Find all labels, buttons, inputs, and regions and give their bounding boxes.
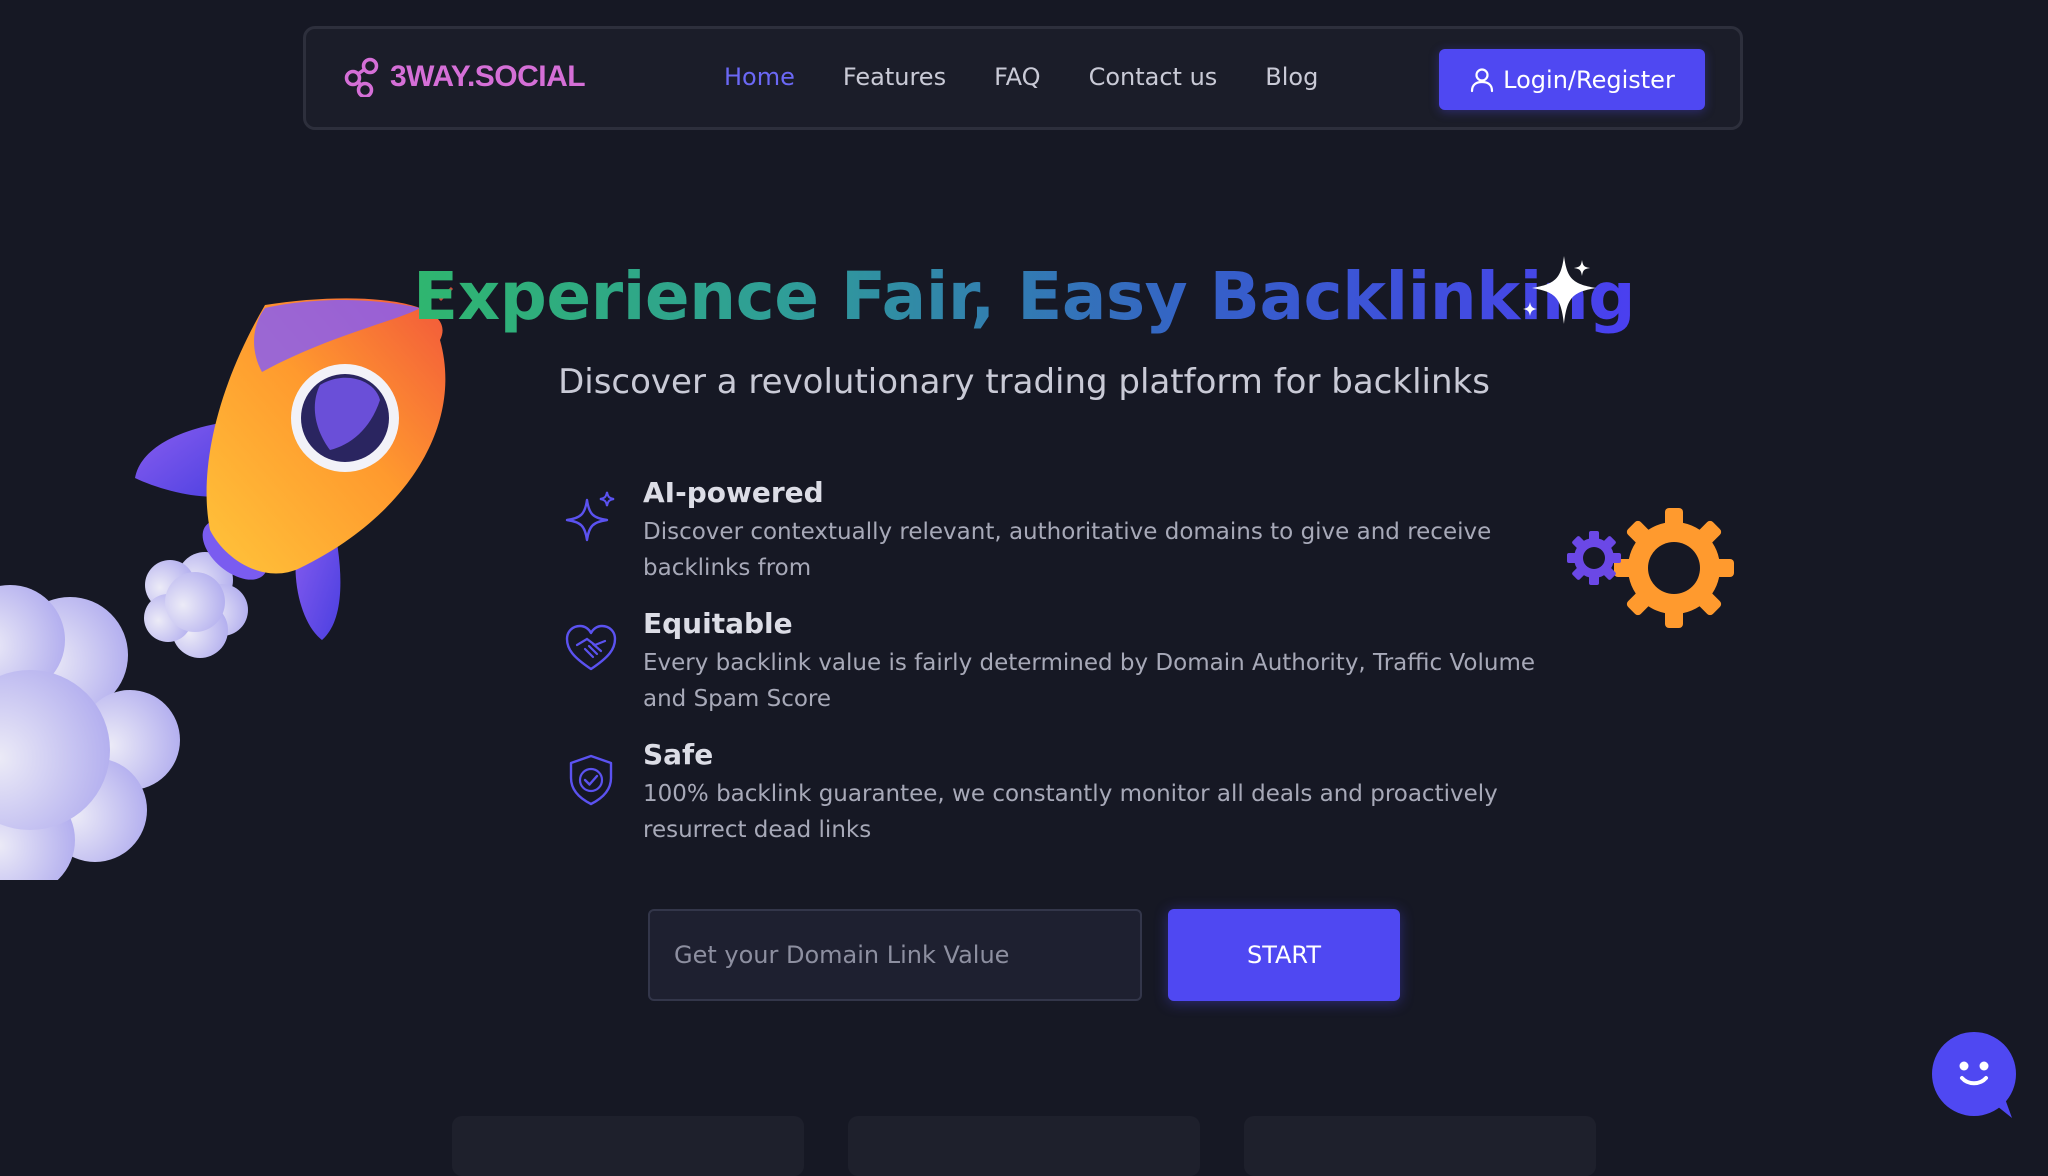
feature-card xyxy=(848,1116,1200,1176)
login-register-button[interactable]: Login/Register xyxy=(1439,49,1705,110)
shield-check-icon xyxy=(569,754,613,806)
feature-ai-powered: AI-powered Discover contextually relevan… xyxy=(563,476,1563,586)
feature-description: Every backlink value is fairly determine… xyxy=(643,650,1536,712)
nav-features-link[interactable]: Features xyxy=(843,63,946,91)
feature-equitable: Equitable Every backlink value is fairly… xyxy=(563,607,1563,717)
heart-handshake-icon xyxy=(565,624,617,671)
top-navbar: 3WAY.SOCIAL Home Features FAQ Contact us… xyxy=(303,26,1743,130)
sparkle-decoration-icon xyxy=(1523,256,1596,324)
domain-link-value-input[interactable] xyxy=(648,909,1142,1001)
feature-card xyxy=(1244,1116,1596,1176)
feature-description: 100% backlink guarantee, we constantly m… xyxy=(643,781,1498,843)
main-menu: Home Features FAQ Contact us Blog xyxy=(724,63,1366,91)
chat-widget-button[interactable] xyxy=(1932,1032,2016,1118)
hero-title-text: Experience Fair, Easy Backlinking xyxy=(413,258,1635,335)
smiley-chat-icon xyxy=(1959,1061,2012,1118)
hero-subtitle: Discover a revolutionary trading platfor… xyxy=(558,362,1490,402)
brand-name: 3WAY.SOCIAL xyxy=(390,60,586,93)
hero-title: Experience Fair, Easy Backlinking xyxy=(0,258,2048,335)
nav-blog-link[interactable]: Blog xyxy=(1265,63,1318,91)
user-icon xyxy=(1471,67,1494,92)
feature-safe: Safe 100% backlink guarantee, we constan… xyxy=(563,738,1563,848)
feature-card xyxy=(452,1116,804,1176)
login-register-label: Login/Register xyxy=(1503,65,1675,94)
nav-faq-link[interactable]: FAQ xyxy=(994,63,1041,91)
nav-contact-link[interactable]: Contact us xyxy=(1089,63,1218,91)
gears-icon xyxy=(1567,508,1734,628)
nav-home-link[interactable]: Home xyxy=(724,63,795,91)
feature-title: Equitable xyxy=(643,607,793,640)
sparkle-icon xyxy=(565,491,615,542)
feature-title: Safe xyxy=(643,738,714,771)
start-button[interactable]: START xyxy=(1168,909,1400,1001)
share-nodes-icon xyxy=(344,57,379,97)
feature-description: Discover contextually relevant, authorit… xyxy=(643,519,1492,581)
feature-title: AI-powered xyxy=(643,476,824,509)
brand-logo[interactable]: 3WAY.SOCIAL xyxy=(344,57,586,97)
